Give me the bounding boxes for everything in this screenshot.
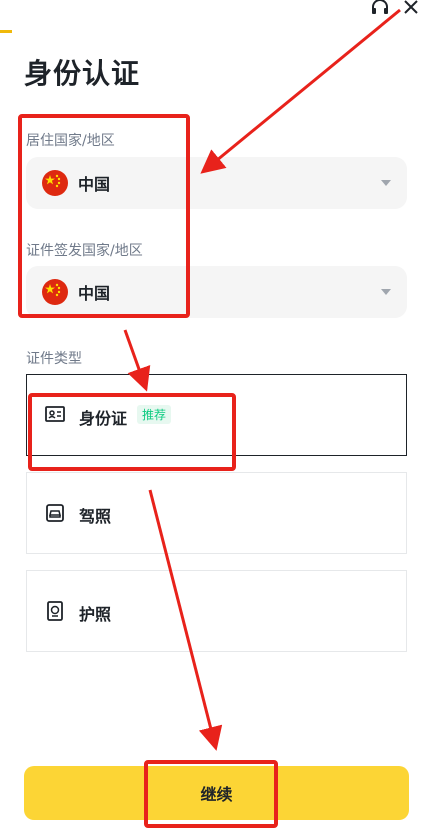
annotation-arrows <box>123 8 401 751</box>
arrow-to-continue <box>148 489 223 751</box>
arrow-to-country <box>200 8 401 174</box>
arrow-to-id-card <box>123 329 151 392</box>
